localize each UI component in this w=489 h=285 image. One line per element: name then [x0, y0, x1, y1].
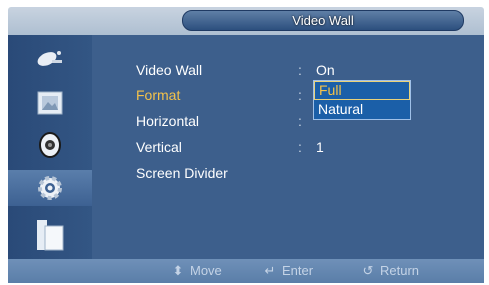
menu-item-screen-divider[interactable]: Screen Divider	[136, 163, 298, 183]
menu-item-horizontal[interactable]: Horizontal:	[136, 111, 302, 131]
menu-item-format[interactable]: Format:	[136, 85, 302, 105]
return-label: Return	[380, 263, 420, 278]
format-dropdown: Full Natural	[313, 80, 411, 120]
satellite-dish-icon	[37, 51, 62, 66]
window-stack-icon	[37, 220, 64, 251]
menu-item-value: 1	[316, 139, 324, 155]
picture-frame-icon	[37, 91, 63, 115]
menu-item-label: Horizontal	[136, 113, 200, 129]
menu-item-value: On	[316, 62, 335, 78]
sidebar-item-picture[interactable]	[18, 85, 82, 121]
up-down-arrows-icon: ⬍	[172, 263, 184, 278]
sidebar-item-sound[interactable]	[18, 127, 82, 163]
speaker-icon	[39, 132, 61, 158]
category-sidebar	[8, 35, 92, 259]
title-bar: Video Wall	[8, 7, 484, 35]
menu-title: Video Wall	[182, 10, 464, 31]
menu-body: Video Wall: On Format: Horizontal: Verti…	[8, 35, 484, 259]
footer-bar: ⬍ Move ↵ Enter ↺ Return	[8, 259, 484, 283]
return-hint: ↺ Return	[360, 259, 419, 283]
move-label: Move	[190, 263, 222, 278]
menu-item-vertical[interactable]: Vertical: 1	[136, 137, 324, 157]
return-icon: ↺	[362, 263, 374, 278]
move-hint: ⬍ Move	[170, 259, 222, 283]
menu-item-label: Video Wall	[136, 62, 203, 78]
format-option-full[interactable]: Full	[314, 81, 410, 100]
menu-item-label: Vertical	[136, 139, 182, 155]
sidebar-item-multi-control[interactable]	[18, 217, 82, 253]
separator: :	[298, 113, 302, 129]
separator: :	[298, 62, 302, 78]
gear-icon	[38, 176, 62, 200]
format-option-natural[interactable]: Natural	[314, 100, 410, 119]
enter-label: Enter	[282, 263, 314, 278]
osd-window: Video Wall Video Wall: On Format: Hori…	[8, 7, 484, 283]
sidebar-item-input[interactable]	[18, 41, 82, 77]
sidebar-item-setup[interactable]	[8, 170, 92, 206]
separator: :	[298, 139, 302, 155]
menu-item-label: Screen Divider	[136, 165, 228, 181]
menu-item-label: Format	[136, 87, 181, 103]
menu-item-video-wall[interactable]: Video Wall: On	[136, 60, 335, 80]
enter-hint: ↵ Enter	[262, 259, 314, 283]
separator: :	[298, 87, 302, 103]
enter-icon: ↵	[264, 263, 276, 278]
